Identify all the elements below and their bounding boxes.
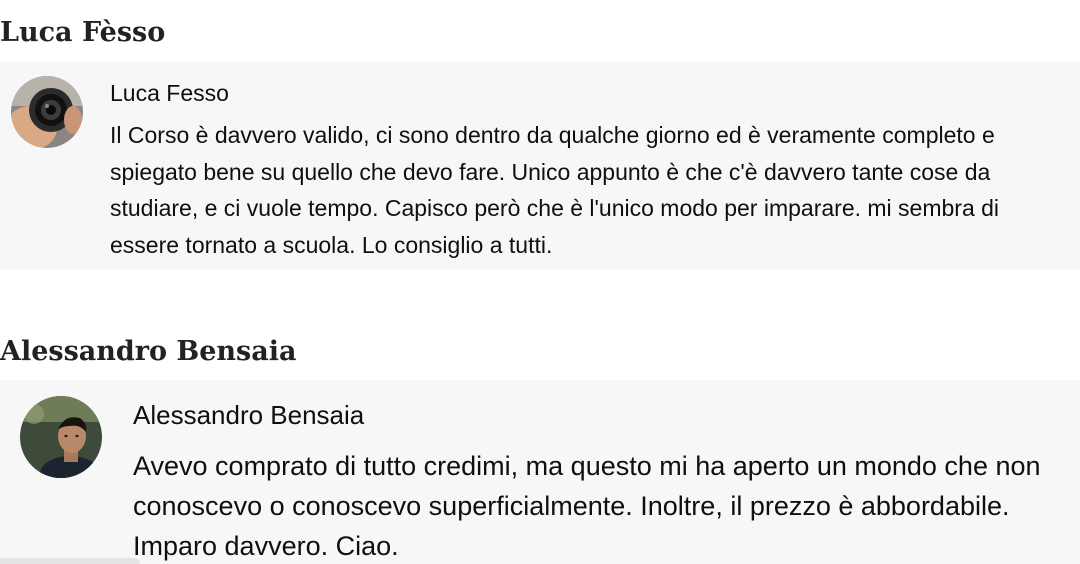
comment-line: essere tornato a scuola. Lo consiglio a … [110, 231, 553, 258]
avatar[interactable] [11, 76, 83, 148]
comment-line: conoscevo o conoscevo superficialmente. … [133, 491, 1010, 521]
person-portrait-photo-icon [20, 396, 102, 478]
comment-line: studiare, e ci vuole tempo. Capisco però… [110, 195, 1000, 221]
comment-text: Il Corso è davvero valido, ci sono dentr… [110, 117, 999, 263]
comment-line: Imparo davvero. Ciao. [133, 531, 399, 561]
comment-line: Il Corso è davvero valido, ci sono dentr… [110, 122, 995, 148]
comment-author[interactable]: Alessandro Bensaia [133, 400, 364, 431]
camera-lens-photo-icon [11, 76, 83, 148]
horizontal-scrollbar[interactable] [0, 558, 140, 564]
comment-text: Avevo comprato di tutto credimi, ma ques… [133, 446, 1041, 564]
review-card: Luca Fesso Il Corso è davvero valido, ci… [0, 62, 1080, 270]
avatar[interactable] [20, 396, 102, 478]
review-heading: Luca Fèsso [0, 17, 166, 48]
review-heading: Alessandro Bensaia [0, 336, 297, 367]
comment-line: spiegato bene su quello che devo fare. U… [110, 158, 991, 185]
comment-line: Avevo comprato di tutto credimi, ma ques… [133, 451, 1041, 481]
review-card: Alessandro Bensaia Avevo comprato di tut… [0, 380, 1080, 564]
comment-author[interactable]: Luca Fesso [110, 80, 229, 107]
